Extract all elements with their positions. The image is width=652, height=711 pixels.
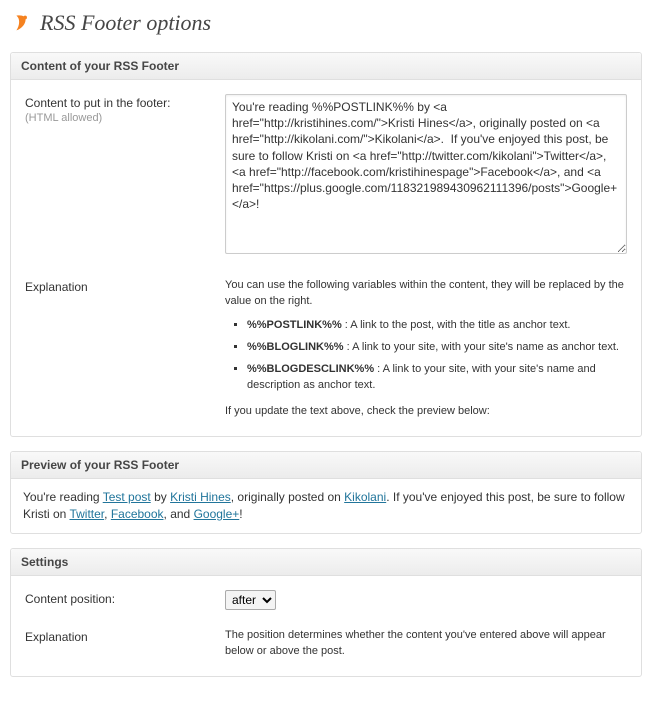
content-panel: Content of your RSS Footer Content to pu…	[10, 52, 642, 437]
settings-explanation-label: Explanation	[25, 628, 225, 644]
preview-body: You're reading Test post by Kristi Hines…	[11, 479, 641, 534]
preview-text: , originally posted on	[231, 490, 344, 504]
settings-panel-heading: Settings	[11, 549, 641, 576]
explanation-label: Explanation	[25, 278, 225, 294]
preview-googleplus-link[interactable]: Google+	[194, 507, 240, 521]
variable-item: %%POSTLINK%% : A link to the post, with …	[247, 318, 627, 334]
preview-author-link[interactable]: Kristi Hines	[170, 490, 231, 504]
position-label: Content position:	[25, 590, 225, 606]
preview-text: by	[151, 490, 170, 504]
variable-desc: : A link to your site, with your site's …	[344, 341, 619, 353]
page-title: RSS Footer options	[40, 10, 211, 36]
rss-footer-options-page: RSS Footer options Content of your RSS F…	[0, 0, 652, 711]
preview-facebook-link[interactable]: Facebook	[111, 507, 164, 521]
content-control	[225, 94, 627, 260]
content-panel-body: Content to put in the footer: (HTML allo…	[11, 80, 641, 436]
content-sublabel: (HTML allowed)	[25, 112, 102, 124]
settings-explanation-text: The position determines whether the cont…	[225, 628, 627, 660]
variable-item: %%BLOGDESCLINK%% : A link to your site, …	[247, 362, 627, 394]
plugin-logo-icon	[10, 12, 32, 34]
settings-panel-body: Content position: after Explanation The …	[11, 576, 641, 676]
content-row: Content to put in the footer: (HTML allo…	[25, 94, 627, 260]
content-position-select[interactable]: after	[225, 590, 276, 610]
explanation-intro: You can use the following variables with…	[225, 278, 627, 310]
content-label-text: Content to put in the footer:	[25, 96, 170, 110]
explanation-row: Explanation You can use the following va…	[25, 278, 627, 420]
variable-name: %%POSTLINK%%	[247, 319, 342, 331]
preview-twitter-link[interactable]: Twitter	[69, 507, 104, 521]
preview-site-link[interactable]: Kikolani	[344, 490, 386, 504]
settings-explanation-row: Explanation The position determines whet…	[25, 628, 627, 660]
footer-content-textarea[interactable]	[225, 94, 627, 254]
preview-text: !	[239, 507, 242, 521]
variable-name: %%BLOGLINK%%	[247, 341, 344, 353]
explanation-control: You can use the following variables with…	[225, 278, 627, 420]
settings-panel: Settings Content position: after Explana…	[10, 548, 642, 677]
content-label: Content to put in the footer: (HTML allo…	[25, 94, 225, 124]
variable-desc: : A link to the post, with the title as …	[342, 319, 571, 331]
explanation-outro: If you update the text above, check the …	[225, 404, 627, 420]
position-row: Content position: after	[25, 590, 627, 610]
variables-list: %%POSTLINK%% : A link to the post, with …	[247, 318, 627, 394]
preview-panel-heading: Preview of your RSS Footer	[11, 452, 641, 479]
preview-text: ,	[104, 507, 111, 521]
preview-text: You're reading	[23, 490, 103, 504]
content-panel-heading: Content of your RSS Footer	[11, 53, 641, 80]
position-control: after	[225, 590, 627, 610]
preview-text: , and	[164, 507, 194, 521]
variable-name: %%BLOGDESCLINK%%	[247, 363, 374, 375]
preview-post-link[interactable]: Test post	[103, 490, 151, 504]
variable-item: %%BLOGLINK%% : A link to your site, with…	[247, 340, 627, 356]
preview-panel: Preview of your RSS Footer You're readin…	[10, 451, 642, 535]
page-header: RSS Footer options	[10, 8, 642, 42]
